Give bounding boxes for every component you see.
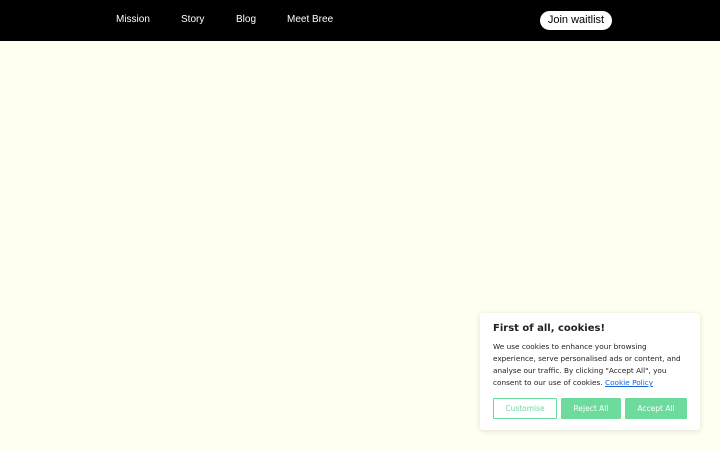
accept-all-button[interactable]: Accept All [625, 398, 687, 419]
nav-link-meet-bree[interactable]: Meet Bree [287, 13, 333, 27]
nav-link-story[interactable]: Story [181, 13, 204, 27]
nav-link-blog[interactable]: Blog [236, 13, 256, 27]
join-waitlist-button[interactable]: Join waitlist [540, 11, 612, 30]
customise-button[interactable]: Customise [493, 398, 557, 419]
nav-link-mission[interactable]: Mission [116, 13, 150, 27]
cookie-policy-link[interactable]: Cookie Policy [605, 378, 653, 387]
cookie-banner-text: We use cookies to enhance your browsing … [493, 341, 689, 389]
top-navigation-bar: Mission Story Blog Meet Bree Join waitli… [0, 0, 720, 41]
cookie-banner-title: First of all, cookies! [493, 323, 606, 334]
cookie-consent-banner: First of all, cookies! We use cookies to… [480, 313, 700, 430]
reject-all-button[interactable]: Reject All [561, 398, 621, 419]
